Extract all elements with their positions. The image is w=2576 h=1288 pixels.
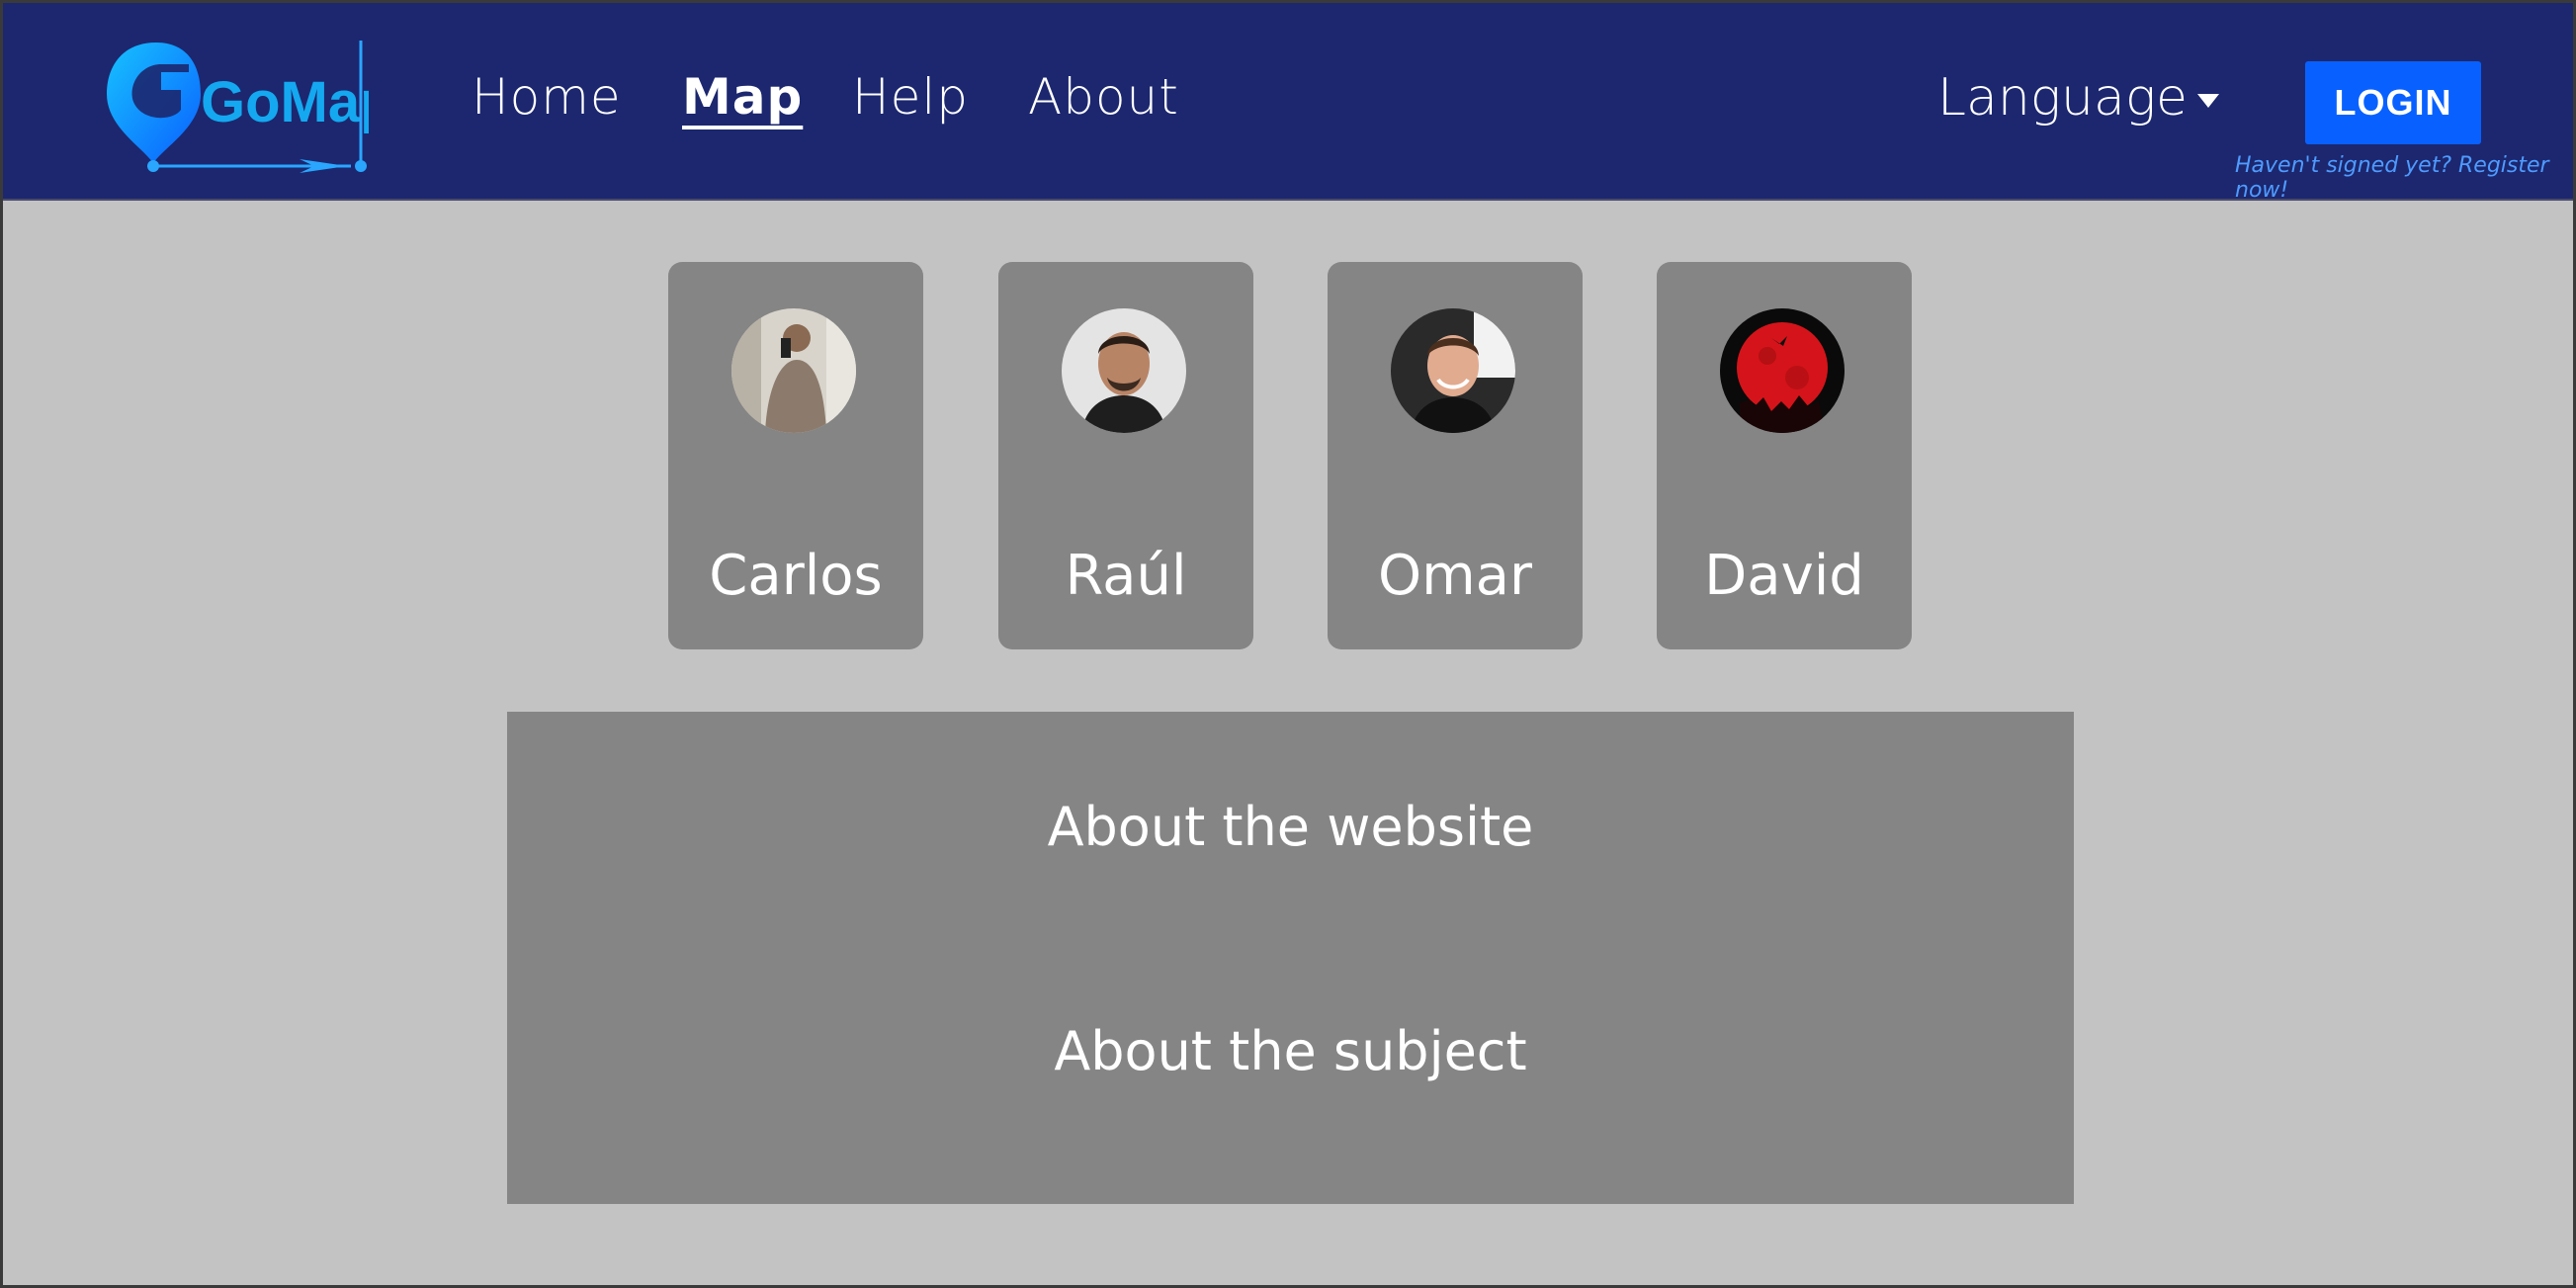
team-card-david[interactable]: David xyxy=(1657,262,1912,649)
person-photo-icon xyxy=(1062,308,1186,433)
avatar-david xyxy=(1720,308,1845,433)
avatar-carlos xyxy=(731,308,856,433)
team-member-name: David xyxy=(1704,544,1864,608)
gomap-logo-icon: GoMap xyxy=(107,41,395,173)
top-navbar: GoMap Home Map Help About Language LOGIN… xyxy=(3,3,2573,203)
nav-link-map[interactable]: Map xyxy=(682,68,803,126)
caret-down-icon xyxy=(2197,94,2220,108)
person-photo-icon xyxy=(731,308,856,433)
about-subject-link[interactable]: About the subject xyxy=(507,1020,2074,1082)
person-photo-icon xyxy=(1391,308,1515,433)
red-moon-icon xyxy=(1720,308,1845,433)
language-label: Language xyxy=(1937,68,2189,128)
about-website-link[interactable]: About the website xyxy=(507,796,2074,858)
gomap-logo[interactable]: GoMap xyxy=(102,33,395,181)
avatar-raul xyxy=(1062,308,1186,433)
team-card-omar[interactable]: Omar xyxy=(1328,262,1583,649)
nav-link-help[interactable]: Help xyxy=(852,68,969,126)
team-member-name: Carlos xyxy=(709,544,883,608)
language-dropdown[interactable]: Language xyxy=(1937,68,2220,128)
nav-link-home[interactable]: Home xyxy=(472,68,622,126)
about-panel: About the website About the subject xyxy=(507,712,2074,1204)
logo-wordmark: GoMap xyxy=(201,70,369,134)
login-button[interactable]: LOGIN xyxy=(2305,61,2481,144)
team-member-name: Omar xyxy=(1378,544,1532,608)
register-link[interactable]: Haven't signed yet? Register now! xyxy=(2235,153,2573,203)
team-card-carlos[interactable]: Carlos xyxy=(668,262,923,649)
team-member-name: Raúl xyxy=(1065,544,1187,608)
team-card-raul[interactable]: Raúl xyxy=(998,262,1253,649)
nav-link-about[interactable]: About xyxy=(1028,68,1179,126)
avatar-omar xyxy=(1391,308,1515,433)
